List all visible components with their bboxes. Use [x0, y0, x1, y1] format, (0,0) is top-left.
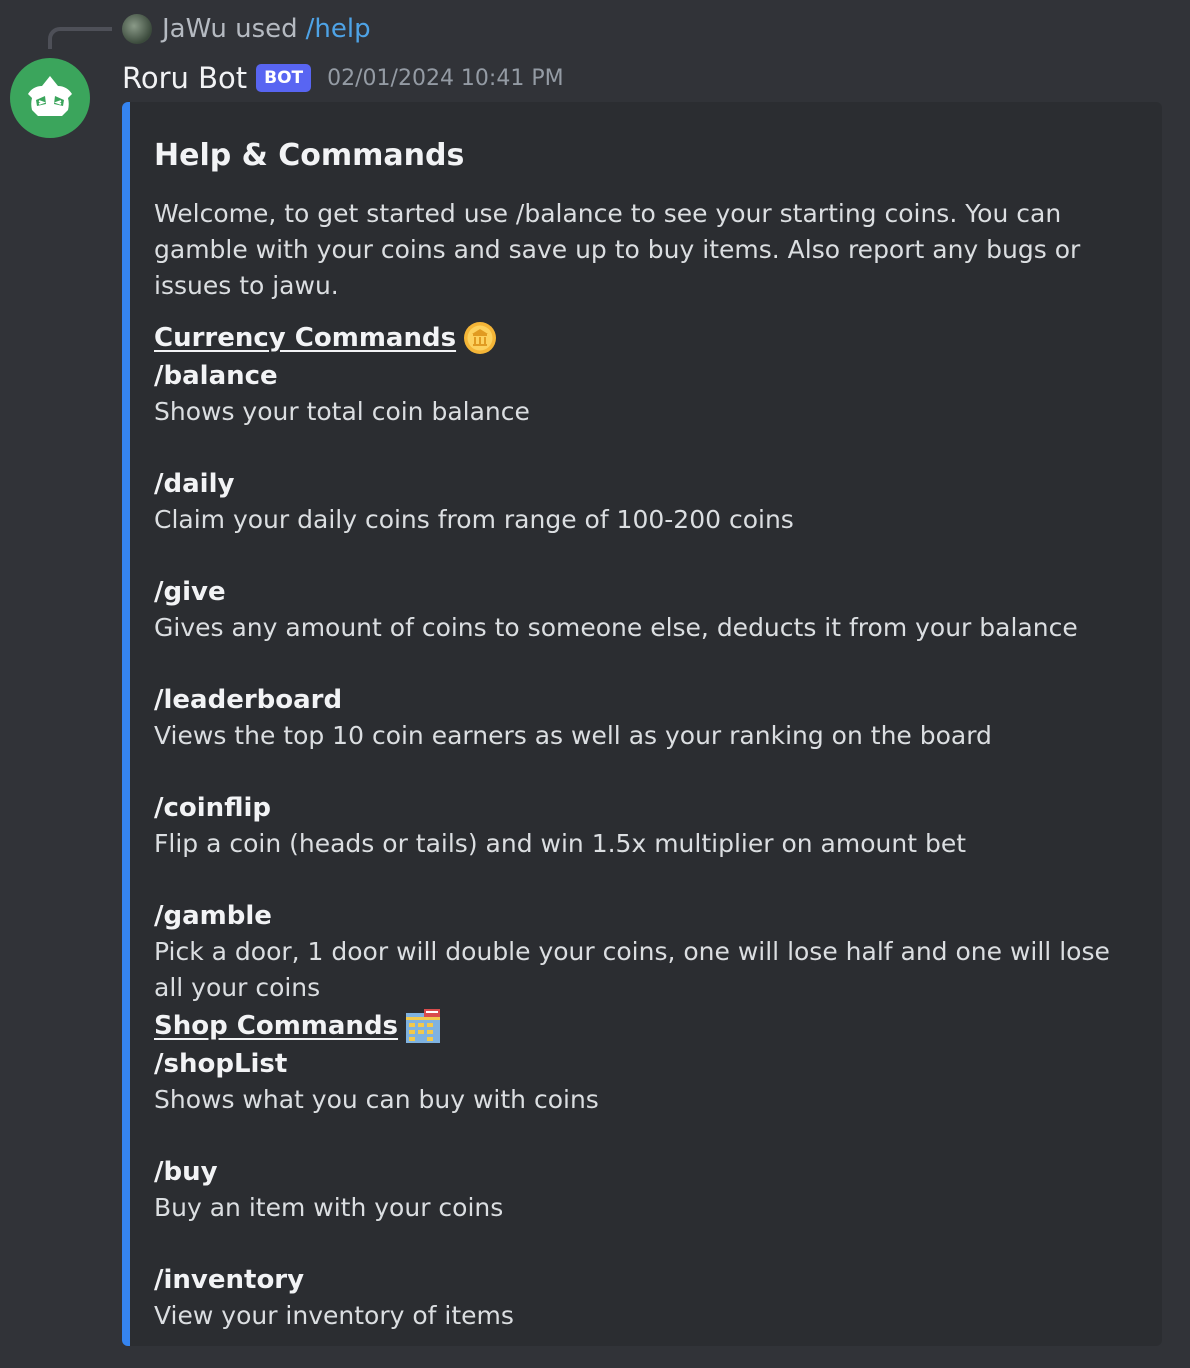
- command-item: /give Gives any amount of coins to someo…: [154, 574, 1130, 646]
- message-header: Roru Bot BOT 02/01/2024 10:41 PM: [122, 56, 564, 100]
- command-item: /shopList Shows what you can buy with co…: [154, 1046, 1130, 1118]
- command-name: /daily: [154, 469, 235, 499]
- section-heading-shop: Shop Commands: [154, 1006, 1130, 1046]
- section-heading-label: Shop Commands: [154, 1011, 399, 1041]
- section-heading-currency: Currency Commands: [154, 318, 1130, 358]
- command-desc: Views the top 10 coin earners as well as…: [154, 721, 992, 750]
- command-item: /inventory View your inventory of items: [154, 1262, 1130, 1334]
- coin-icon: [462, 320, 498, 356]
- command-name: /shopList: [154, 1049, 288, 1079]
- command-item: /gamble Pick a door, 1 door will double …: [154, 898, 1130, 1006]
- command-name: /coinflip: [154, 793, 271, 823]
- command-desc: Gives any amount of coins to someone els…: [154, 613, 1078, 642]
- avatar[interactable]: [10, 58, 90, 138]
- embed-description: Welcome, to get started use /balance to …: [154, 199, 1081, 300]
- command-desc: Pick a door, 1 door will double your coi…: [154, 937, 1110, 1002]
- command-item: /buy Buy an item with your coins: [154, 1154, 1130, 1226]
- command-name: /give: [154, 577, 226, 607]
- command-desc: Buy an item with your coins: [154, 1193, 504, 1222]
- command-desc: Flip a coin (heads or tails) and win 1.5…: [154, 829, 966, 858]
- command-item: /coinflip Flip a coin (heads or tails) a…: [154, 790, 1130, 862]
- embed-title: Help & Commands: [154, 138, 465, 173]
- embed: Help & Commands Welcome, to get started …: [122, 102, 1162, 1346]
- command-item: /daily Claim your daily coins from range…: [154, 466, 1130, 538]
- command-name: /buy: [154, 1157, 218, 1187]
- bot-badge: BOT: [256, 64, 312, 92]
- command-name: /balance: [154, 361, 278, 391]
- command-desc: Shows what you can buy with coins: [154, 1085, 599, 1114]
- command-desc: View your inventory of items: [154, 1301, 514, 1330]
- command-desc: Shows your total coin balance: [154, 397, 530, 426]
- department-store-icon: [404, 1007, 442, 1045]
- message: JaWu used /help Roru Bot BOT 02/01/2024 …: [0, 0, 1190, 1368]
- author-name[interactable]: Roru Bot: [122, 61, 247, 95]
- discord-bot-icon: [28, 76, 72, 116]
- reply-connector: [48, 27, 112, 49]
- reply-user-text[interactable]: JaWu used: [162, 14, 298, 44]
- command-name: /leaderboard: [154, 685, 343, 715]
- command-name: /inventory: [154, 1265, 305, 1295]
- timestamp[interactable]: 02/01/2024 10:41 PM: [327, 66, 563, 91]
- command-desc: Claim your daily coins from range of 100…: [154, 505, 794, 534]
- command-item: /balance Shows your total coin balance: [154, 358, 1130, 430]
- section-heading-label: Currency Commands: [154, 323, 457, 353]
- reply-avatar[interactable]: [122, 14, 152, 44]
- reply-reference[interactable]: JaWu used /help: [122, 10, 371, 48]
- command-name: /gamble: [154, 901, 272, 931]
- command-item: /leaderboard Views the top 10 coin earne…: [154, 682, 1130, 754]
- reply-command-link[interactable]: /help: [306, 14, 371, 44]
